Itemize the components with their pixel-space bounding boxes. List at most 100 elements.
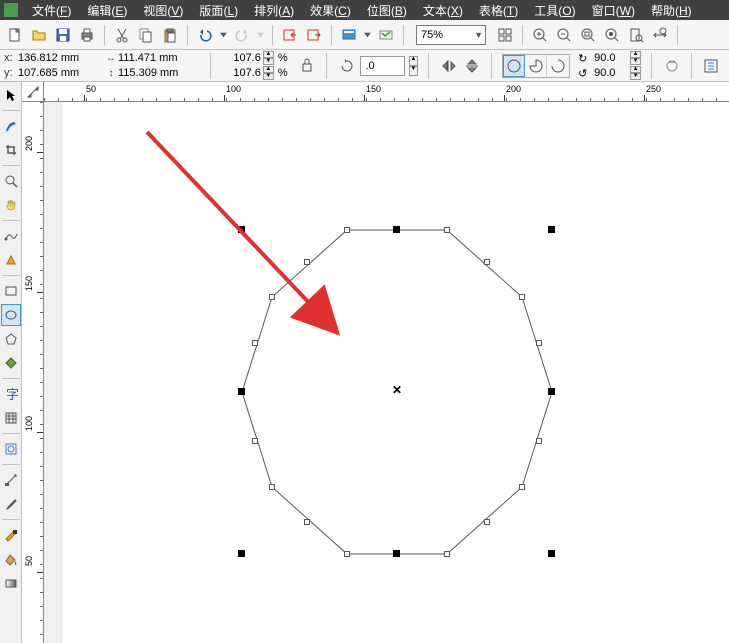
mirror-h-button[interactable] xyxy=(439,55,458,77)
ellipse-tool[interactable] xyxy=(1,304,21,326)
copy-button[interactable] xyxy=(135,24,157,46)
node-handle[interactable] xyxy=(252,438,258,444)
selection-handle-tr[interactable] xyxy=(548,226,555,233)
node-handle[interactable] xyxy=(536,340,542,346)
fill-tool[interactable] xyxy=(1,548,21,570)
node-handle[interactable] xyxy=(344,551,350,557)
menu-tools[interactable]: 工具(O) xyxy=(526,0,583,21)
zoom-levels-button[interactable] xyxy=(494,24,516,46)
cut-button[interactable] xyxy=(111,24,133,46)
scale-y-spinner[interactable]: ▲▼ xyxy=(263,66,274,81)
eyedropper-tool[interactable] xyxy=(1,493,21,515)
canvas-area[interactable]: 50 100 150 200 250 200 150 100 50 xyxy=(22,82,729,643)
selection-handle-ml[interactable] xyxy=(238,388,245,395)
rotate-button[interactable] xyxy=(337,55,356,77)
pick-tool[interactable] xyxy=(1,84,21,106)
smart-fill-tool[interactable] xyxy=(1,249,21,271)
selection-handle-tl[interactable] xyxy=(238,226,245,233)
end-angle-value[interactable]: 90.0 xyxy=(594,67,628,79)
menu-file[interactable]: 文件(F) xyxy=(24,0,79,21)
width-value[interactable]: 111.471 mm xyxy=(118,52,194,64)
node-handle[interactable] xyxy=(444,551,450,557)
app-launcher-button[interactable] xyxy=(338,24,360,46)
save-button[interactable] xyxy=(52,24,74,46)
menu-arrange[interactable]: 排列(A) xyxy=(246,0,302,21)
node-handle[interactable] xyxy=(519,294,525,300)
menu-view[interactable]: 视图(V) xyxy=(135,0,191,21)
node-handle[interactable] xyxy=(484,259,490,265)
menu-layout[interactable]: 版面(L) xyxy=(191,0,246,21)
node-handle[interactable] xyxy=(269,294,275,300)
pan-tool[interactable] xyxy=(1,194,21,216)
selection-handle-bl[interactable] xyxy=(238,550,245,557)
node-handle[interactable] xyxy=(444,227,450,233)
x-value[interactable]: 136.812 mm xyxy=(18,52,94,64)
selection-handle-br[interactable] xyxy=(548,550,555,557)
ellipse-arc-option[interactable] xyxy=(547,55,569,77)
swap-angles-button[interactable] xyxy=(662,55,681,77)
rotation-input[interactable]: .0 xyxy=(360,56,404,76)
menu-edit[interactable]: 编辑(E) xyxy=(79,0,135,21)
node-handle[interactable] xyxy=(269,484,275,490)
y-value[interactable]: 107.685 mm xyxy=(18,67,94,79)
node-handle[interactable] xyxy=(304,519,310,525)
basic-shapes-tool[interactable] xyxy=(1,352,21,374)
scale-x-value[interactable]: 107.6 xyxy=(221,52,263,64)
start-angle-spinner[interactable]: ▲▼ xyxy=(630,51,641,66)
zoom-width-button[interactable] xyxy=(649,24,671,46)
zoom-all-button[interactable] xyxy=(601,24,623,46)
ellipse-pie-option[interactable] xyxy=(525,55,547,77)
crop-tool[interactable] xyxy=(1,139,21,161)
menu-bitmap[interactable]: 位图(B) xyxy=(359,0,415,21)
zoom-page-button[interactable] xyxy=(625,24,647,46)
paste-button[interactable] xyxy=(159,24,181,46)
rotation-spinner[interactable]: ▲▼ xyxy=(409,56,418,76)
scale-x-spinner[interactable]: ▲▼ xyxy=(263,51,274,66)
export-button[interactable] xyxy=(303,24,325,46)
ruler-horizontal[interactable]: 50 100 150 200 250 xyxy=(44,82,729,102)
menu-table[interactable]: 表格(T) xyxy=(471,0,526,21)
undo-dropdown[interactable] xyxy=(218,24,229,46)
menu-text[interactable]: 文本(X) xyxy=(415,0,471,21)
scale-y-value[interactable]: 107.6 xyxy=(221,67,263,79)
text-tool[interactable]: 字 xyxy=(1,383,21,405)
zoom-selection-button[interactable] xyxy=(577,24,599,46)
welcome-button[interactable] xyxy=(375,24,397,46)
ellipse-full-option[interactable] xyxy=(503,55,525,77)
node-handle[interactable] xyxy=(484,519,490,525)
zoom-tool[interactable] xyxy=(1,170,21,192)
redo-dropdown[interactable] xyxy=(255,24,266,46)
menu-help[interactable]: 帮助(H) xyxy=(643,0,700,21)
redo-button[interactable] xyxy=(231,24,253,46)
undo-button[interactable] xyxy=(194,24,216,46)
import-button[interactable] xyxy=(279,24,301,46)
wrap-text-button[interactable] xyxy=(702,55,721,77)
lock-ratio-button[interactable] xyxy=(298,53,317,79)
rectangle-tool[interactable] xyxy=(1,280,21,302)
ruler-corner[interactable] xyxy=(22,82,44,102)
node-handle[interactable] xyxy=(304,259,310,265)
selection-handle-tm[interactable] xyxy=(393,226,400,233)
menu-effects[interactable]: 效果(C) xyxy=(302,0,359,21)
node-handle[interactable] xyxy=(252,340,258,346)
node-handle[interactable] xyxy=(519,484,525,490)
mirror-v-button[interactable] xyxy=(462,55,481,77)
selection-handle-mr[interactable] xyxy=(548,388,555,395)
zoom-out-button[interactable] xyxy=(553,24,575,46)
node-handle[interactable] xyxy=(344,227,350,233)
selection-handle-bm[interactable] xyxy=(393,550,400,557)
polygon-tool[interactable] xyxy=(1,328,21,350)
menu-window[interactable]: 窗口(W) xyxy=(584,0,643,21)
zoom-combo[interactable]: 75%▼ xyxy=(416,25,486,45)
zoom-in-button[interactable] xyxy=(529,24,551,46)
ruler-vertical[interactable]: 200 150 100 50 xyxy=(22,102,44,643)
shape-tool[interactable] xyxy=(1,115,21,137)
end-angle-spinner[interactable]: ▲▼ xyxy=(630,66,641,81)
outline-tool[interactable] xyxy=(1,524,21,546)
freehand-tool[interactable] xyxy=(1,225,21,247)
print-button[interactable] xyxy=(76,24,98,46)
table-tool[interactable] xyxy=(1,407,21,429)
interactive-tool[interactable] xyxy=(1,469,21,491)
node-handle[interactable] xyxy=(536,438,542,444)
open-button[interactable] xyxy=(28,24,50,46)
